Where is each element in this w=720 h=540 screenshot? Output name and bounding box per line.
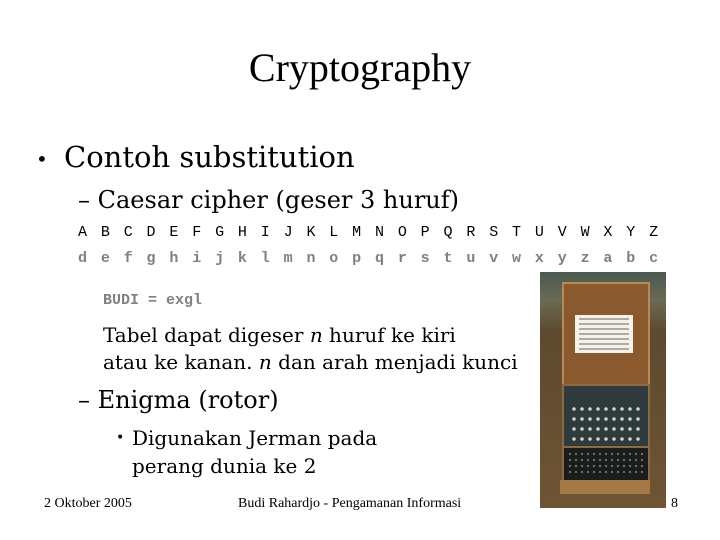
- bullet-dot: •: [36, 147, 48, 171]
- enigma-heading: – Enigma (rotor): [78, 386, 279, 414]
- plain-letter: Z: [649, 224, 659, 241]
- footer-date: 2 Oktober 2005: [44, 496, 132, 511]
- plain-letter: U: [534, 224, 544, 241]
- cipher-letter: c: [649, 250, 659, 267]
- bullet-contoh-substitution: • Contoh substitution: [36, 140, 355, 174]
- plain-letter: X: [603, 224, 613, 241]
- cipher-letter: l: [260, 250, 270, 267]
- cipher-letter: g: [146, 250, 156, 267]
- plain-letter: H: [237, 224, 247, 241]
- ciphertext-alphabet-row: defghijklmnopqrstuvwxyzabc: [78, 250, 672, 267]
- footer-title: Budi Rahardjo - Pengamanan Informasi: [238, 496, 462, 511]
- enigma-bullet-line-2: perang dunia ke 2: [132, 454, 317, 478]
- cipher-letter: i: [192, 250, 202, 267]
- cipher-letter: s: [420, 250, 430, 267]
- cipher-letter: b: [626, 250, 636, 267]
- enigma-instruction-sheet: [575, 315, 633, 353]
- slide-title: Cryptography: [248, 45, 472, 90]
- cipher-letter: r: [397, 250, 407, 267]
- plaintext-alphabet-row: ABCDEFGHIJKLMNOPQRSTUVWXYZ: [78, 224, 672, 241]
- cipher-letter: j: [215, 250, 225, 267]
- plain-letter: T: [512, 224, 522, 241]
- plain-letter: F: [192, 224, 202, 241]
- cipher-letter: e: [100, 250, 110, 267]
- plain-letter: V: [557, 224, 567, 241]
- cipher-letter: o: [329, 250, 339, 267]
- enigma-bullet-line-1: Digunakan Jerman pada: [132, 426, 378, 450]
- plain-letter: B: [100, 224, 110, 241]
- plain-letter: N: [374, 224, 384, 241]
- cipher-letter: p: [352, 250, 362, 267]
- cipher-letter: z: [580, 250, 590, 267]
- bullet-dot: •: [116, 430, 125, 446]
- bullet-text: Contoh substitution: [64, 140, 355, 174]
- cipher-letter: q: [374, 250, 384, 267]
- plain-letter: Q: [443, 224, 453, 241]
- plain-letter: L: [329, 224, 339, 241]
- plain-letter: P: [420, 224, 430, 241]
- enigma-machine-image: [540, 272, 666, 508]
- cipher-letter: n: [306, 250, 316, 267]
- enigma-keyboard: [562, 384, 650, 450]
- caesar-heading: – Caesar cipher (geser 3 huruf): [78, 186, 460, 214]
- cipher-letter: v: [489, 250, 499, 267]
- cipher-letter: u: [466, 250, 476, 267]
- plain-letter: O: [397, 224, 407, 241]
- caesar-note: Tabel dapat digeser n huruf ke kiri atau…: [103, 322, 518, 376]
- enigma-front-panel: [560, 480, 650, 494]
- enigma-plugboard: [562, 446, 650, 482]
- cipher-letter: a: [603, 250, 613, 267]
- plain-letter: R: [466, 224, 476, 241]
- plain-letter: E: [169, 224, 179, 241]
- cipher-letter: x: [534, 250, 544, 267]
- cipher-letter: f: [123, 250, 133, 267]
- cipher-letter: t: [443, 250, 453, 267]
- enigma-bullet: • Digunakan Jerman pada perang dunia ke …: [116, 424, 377, 480]
- plain-letter: D: [146, 224, 156, 241]
- note-line-1: Tabel dapat digeser n huruf ke kiri: [103, 323, 456, 347]
- page-number: 8: [671, 496, 678, 511]
- plain-letter: C: [123, 224, 133, 241]
- plain-letter: K: [306, 224, 316, 241]
- cipher-letter: k: [237, 250, 247, 267]
- plain-letter: Y: [626, 224, 636, 241]
- plain-letter: I: [260, 224, 270, 241]
- note-line-2: atau ke kanan. n dan arah menjadi kunci: [103, 350, 518, 374]
- caesar-example: BUDI = exgl: [103, 292, 203, 309]
- cipher-letter: y: [557, 250, 567, 267]
- plain-letter: S: [489, 224, 499, 241]
- plain-letter: A: [78, 224, 88, 241]
- plain-letter: M: [352, 224, 362, 241]
- cipher-letter: w: [512, 250, 522, 267]
- cipher-letter: d: [78, 250, 88, 267]
- cipher-letter: m: [283, 250, 293, 267]
- plain-letter: W: [580, 224, 590, 241]
- plain-letter: G: [215, 224, 225, 241]
- plain-letter: J: [283, 224, 293, 241]
- cipher-letter: h: [169, 250, 179, 267]
